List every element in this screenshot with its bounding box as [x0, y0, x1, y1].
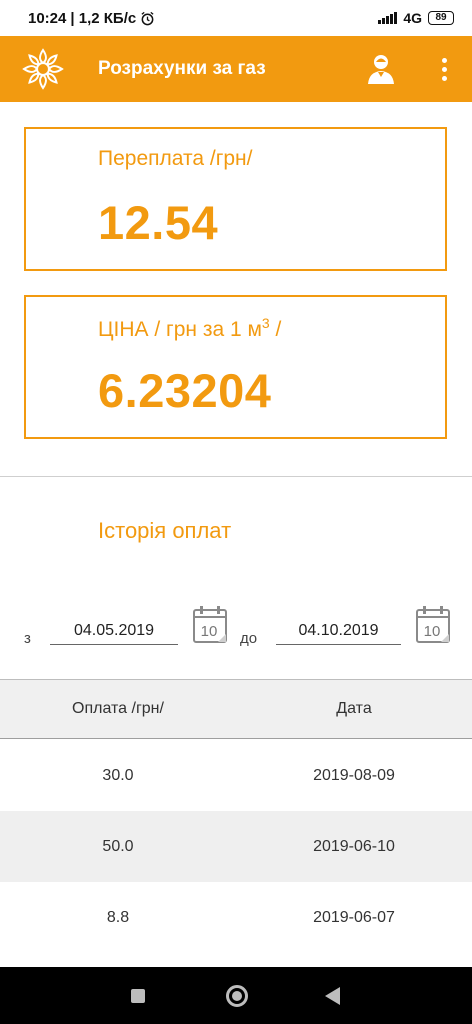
from-date-field[interactable]: 04.05.2019 [50, 617, 178, 645]
overpayment-value: 12.54 [98, 196, 219, 249]
payment-amount: 50.0 [102, 837, 134, 855]
payment-date: 2019-06-10 [313, 837, 395, 855]
price-label: ЦІНА / грн за 1 м3 / [98, 315, 281, 342]
status-left: 10:24 | 1,2 КБ/с [28, 10, 155, 27]
status-right: 4G 89 [378, 10, 454, 26]
user-icon [368, 55, 394, 84]
table-header: Оплата /грн/ Дата [0, 679, 472, 739]
status-time: 10:24 [28, 9, 67, 27]
overpayment-card: Переплата /грн/ 12.54 [24, 127, 447, 271]
price-label-sup: 3 [261, 315, 270, 331]
home-button[interactable] [226, 985, 248, 1007]
to-label: до [240, 630, 258, 647]
back-button[interactable] [325, 987, 340, 1005]
price-card: ЦІНА / грн за 1 м3 / 6.23204 [24, 295, 447, 439]
price-label-suffix: / [269, 318, 282, 341]
payment-date: 2019-08-09 [313, 766, 395, 784]
price-value: 6.23204 [98, 364, 272, 417]
calendar-icon[interactable]: 10 [192, 604, 230, 644]
payment-date: 2019-06-07 [313, 908, 395, 926]
more-vert-icon[interactable] [432, 54, 456, 84]
calendar-icon[interactable]: 10 [415, 604, 453, 644]
battery-icon: 89 [428, 11, 454, 25]
history-title: Історія оплат [98, 518, 232, 543]
from-label: з [24, 630, 31, 647]
column-header-amount: Оплата /грн/ [72, 700, 164, 717]
payment-amount: 8.8 [106, 908, 130, 926]
from-calendar-day: 10 [201, 623, 218, 640]
app-bar: Розрахунки за газ [0, 36, 472, 102]
table-row[interactable]: 50.0 2019-06-10 [0, 811, 472, 882]
system-nav-bar [0, 967, 472, 1024]
payment-amount: 30.0 [102, 766, 134, 784]
table-row[interactable]: 8.8 2019-06-07 [0, 882, 472, 953]
section-divider [0, 476, 472, 477]
user-button[interactable] [366, 53, 396, 85]
overpayment-label: Переплата /грн/ [98, 147, 253, 170]
price-label-text: ЦІНА / грн за 1 м [98, 318, 262, 341]
column-header-date: Дата [336, 700, 372, 717]
to-date-field[interactable]: 04.10.2019 [276, 617, 401, 645]
recents-button[interactable] [131, 989, 145, 1003]
app-title: Розрахунки за газ [98, 58, 266, 79]
to-calendar-day: 10 [424, 623, 441, 640]
signal-icon [378, 12, 398, 24]
sun-flower-logo-icon [22, 48, 64, 90]
status-bar: 10:24 | 1,2 КБ/с 4G 89 [0, 0, 472, 36]
battery-level: 89 [435, 12, 447, 23]
alarm-icon [141, 11, 154, 25]
network-type: 4G [403, 10, 422, 26]
status-speed: | 1,2 КБ/с [70, 9, 137, 27]
table-row[interactable]: 30.0 2019-08-09 [0, 740, 472, 811]
